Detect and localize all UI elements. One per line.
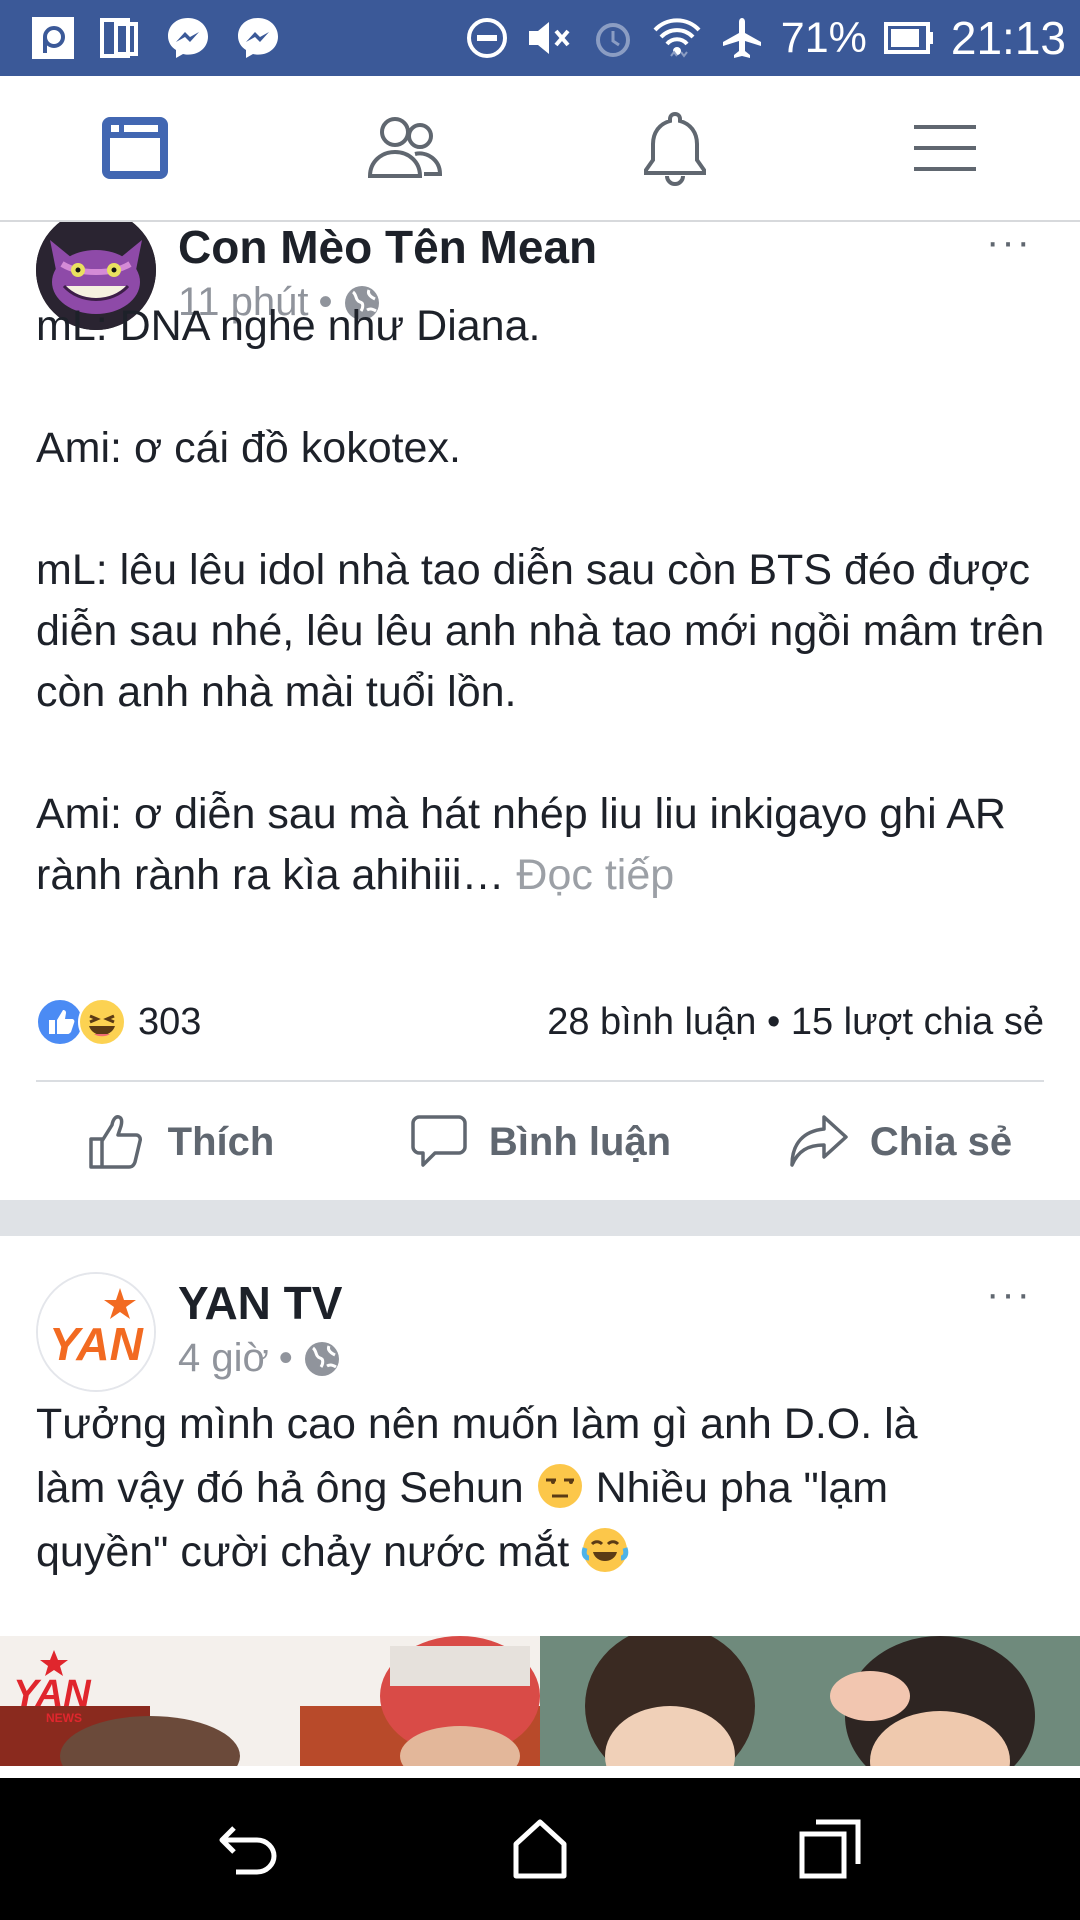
thumbs-up-icon [88,1115,142,1169]
status-bar-system: 71% 21:13 [465,8,1066,68]
back-icon[interactable] [210,1808,290,1888]
post-text-line: quyền" cười chảy nước mắt [36,1520,1050,1584]
post-paragraph-last: Ami: ơ diễn sau mà hát nhép liu liu inki… [36,784,1050,906]
image-logo-sub: NEWS [46,1711,82,1725]
read-more-link[interactable]: Đọc tiếp [516,851,674,899]
mute-icon [528,22,570,54]
post-text-segment: làm vậy đó hả ông Sehun [36,1464,536,1512]
like-button[interactable]: Thích [0,1082,360,1202]
post-text-line: Tưởng mình cao nên muốn làm gì anh D.O. … [36,1400,918,1448]
post-photo-right [540,1636,1080,1766]
stats-separator: • [766,1000,781,1043]
globe-icon [304,1341,339,1376]
post-paragraph: mL: lêu lêu idol nhà tao diễn sau còn BT… [36,546,1045,716]
share-arrow-icon [790,1115,848,1167]
meta-separator: • [278,1336,293,1380]
feed-post: Con Mèo Tên Mean ··· 11 phút • mL: DNA n… [0,222,1080,1200]
post-more-button[interactable]: ··· [986,1272,1032,1317]
system-navigation-bar [0,1778,1080,1920]
post-stats: 303 28 bình luận • 15 lượt chia sẻ [36,992,1044,1052]
post-image[interactable]: YAN NEWS [0,1636,1080,1766]
comment-label: Bình luận [488,1119,672,1164]
news-feed: Con Mèo Tên Mean ··· 11 phút • mL: DNA n… [0,222,1080,1778]
like-reaction-icon [36,998,84,1046]
menu-icon [914,125,976,171]
home-icon[interactable] [500,1808,580,1888]
clock: 21:13 [950,12,1066,64]
post-meta: 4 giờ • [178,1336,341,1381]
tab-notifications[interactable] [540,76,810,220]
post-author-name[interactable]: YAN TV [178,1276,342,1330]
post-body: mL: DNA nghe như Diana. Ami: ơ cái đồ ko… [36,296,1050,906]
tab-menu[interactable] [810,76,1080,220]
status-bar-notifications [30,14,282,62]
avatar-logo-text: YAN [49,1318,143,1370]
wifi-icon [653,18,701,58]
do-not-disturb-icon [466,18,507,58]
status-bar: 71% 21:13 [0,0,1080,76]
avatar[interactable]: YAN [36,1272,156,1392]
reactions-summary[interactable]: 303 [36,998,201,1046]
flipboard-notification-icon [100,18,138,58]
post-photo-left: YAN NEWS [0,1636,540,1766]
share-count[interactable]: 15 lượt chia sẻ [791,1001,1044,1043]
feed-separator [0,1200,1080,1236]
alarm-icon [595,23,630,57]
comment-bubble-icon [411,1115,467,1167]
reaction-count: 303 [138,1000,202,1043]
yan-logo-avatar-image: YAN [38,1274,154,1390]
feed-post: YAN YAN TV ··· 4 giờ • Tưởng mình cao nê… [0,1236,1080,1778]
share-button[interactable]: Chia sẻ [720,1082,1080,1202]
post-timestamp[interactable]: 4 giờ [178,1336,269,1381]
messenger-icon [168,18,208,58]
app-notification-icon [32,17,74,59]
like-label: Thích [167,1119,275,1164]
post-text-segment: quyền" cười chảy nước mắt [36,1528,582,1576]
post-paragraph: mL: DNA nghe như Diana. [36,302,541,350]
top-navigation-bar [0,76,1080,222]
unamused-emoji-icon [537,1464,582,1508]
image-logo-text: YAN [13,1673,92,1715]
post-more-button[interactable]: ··· [986,222,1032,265]
post-paragraph: Ami: ơ cái đồ kokotex. [36,424,461,472]
battery-icon [883,22,933,54]
post-body: Tưởng mình cao nên muốn làm gì anh D.O. … [36,1392,1050,1584]
news-feed-icon [102,117,168,179]
messenger-icon-2 [238,18,278,58]
comment-count[interactable]: 28 bình luận [547,1001,756,1043]
engagement-summary: 28 bình luận • 15 lượt chia sẻ [547,1001,1044,1044]
post-text-line: làm vậy đó hả ông Sehun Nhiều pha "lạm [36,1456,1050,1520]
tab-friends[interactable] [270,76,540,220]
battery-percent: 71% [780,13,867,62]
friends-icon [367,117,443,178]
comment-button[interactable]: Bình luận [360,1082,720,1202]
haha-reaction-icon [78,998,126,1046]
notifications-icon [644,111,706,186]
airplane-mode-icon [722,18,761,58]
recents-icon[interactable] [790,1808,870,1888]
share-label: Chia sẻ [869,1119,1013,1164]
post-actions: Thích Bình luận Chia sẻ [0,1082,1080,1202]
tab-news-feed[interactable] [0,76,270,220]
tears-of-joy-emoji-icon [581,1528,629,1572]
post-author-name[interactable]: Con Mèo Tên Mean [178,222,597,274]
post-text-segment: Nhiều pha "lạm [583,1464,889,1512]
